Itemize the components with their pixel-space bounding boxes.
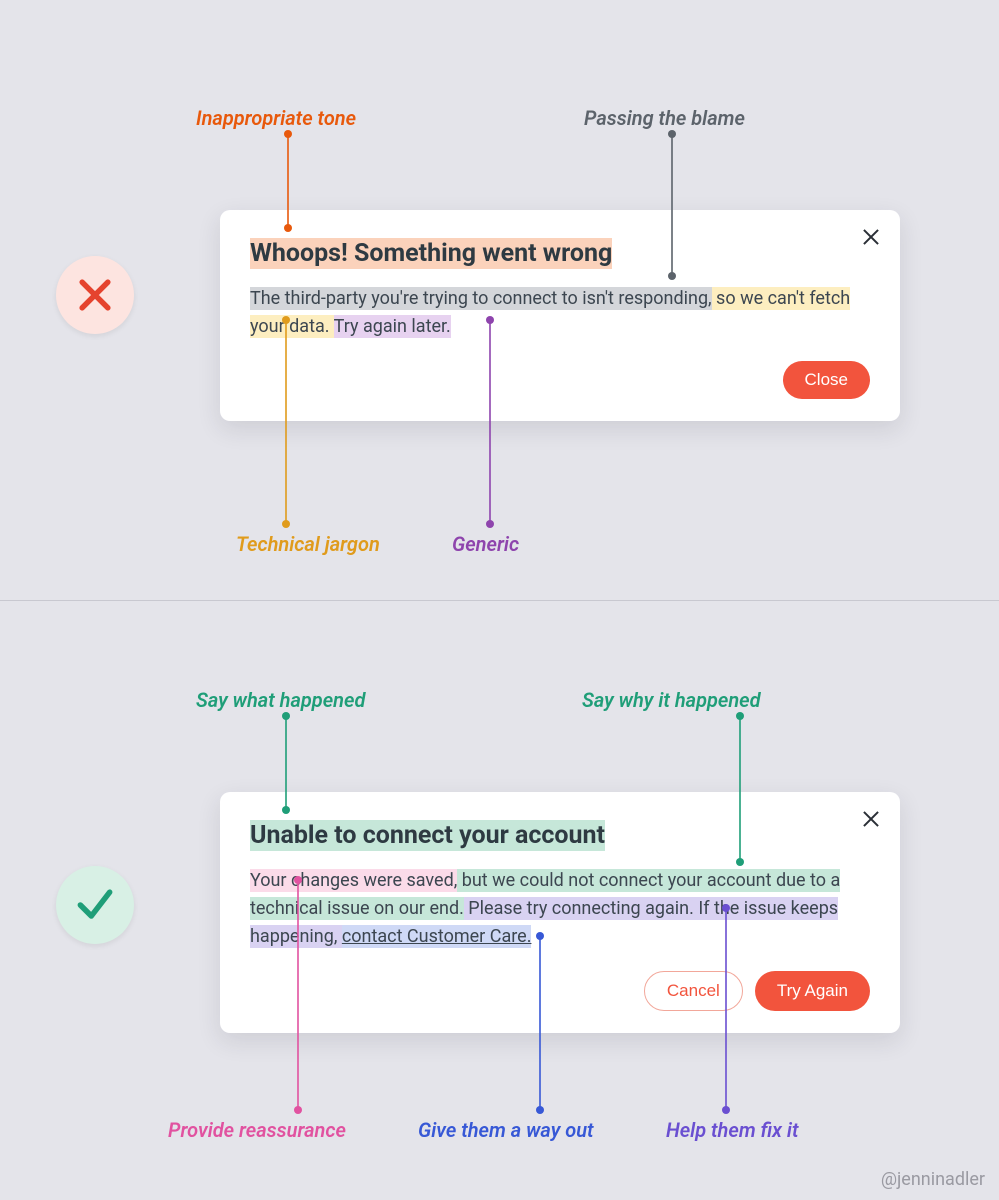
bad-example-dialog: Whoops! Something went wrong The third-p… (220, 210, 900, 421)
x-icon (73, 273, 117, 317)
anno-say-what: Say what happened (196, 688, 365, 712)
wayout-link[interactable]: contact Customer Care. (342, 925, 532, 948)
check-icon (73, 883, 117, 927)
cancel-button[interactable]: Cancel (644, 971, 743, 1011)
try-again-button[interactable]: Try Again (755, 971, 870, 1011)
dialog-body: The third-party you're trying to connect… (250, 285, 870, 341)
anno-reassurance: Provide reassurance (168, 1118, 346, 1142)
anno-technical-jargon: Technical jargon (236, 532, 380, 556)
close-button[interactable]: Close (783, 361, 870, 399)
dialog-title: Unable to connect your account (250, 820, 605, 851)
reassure-text: Your changes were saved, (250, 869, 457, 892)
section-divider (0, 600, 999, 601)
anno-way-out: Give them a way out (418, 1118, 594, 1142)
blame-text: The third-party you're trying to connect… (250, 287, 712, 310)
dialog-title: Whoops! Something went wrong (250, 238, 612, 269)
anno-generic: Generic (452, 532, 519, 556)
good-example-dialog: Unable to connect your account Your chan… (220, 792, 900, 1033)
anno-say-why: Say why it happened (582, 688, 761, 712)
generic-text: Try again later. (334, 315, 451, 338)
anno-fix-it: Help them fix it (666, 1118, 798, 1142)
bad-example-badge (56, 256, 134, 334)
dialog-body: Your changes were saved, but we could no… (250, 867, 870, 951)
good-example-badge (56, 866, 134, 944)
anno-inappropriate-tone: Inappropriate tone (196, 106, 356, 130)
close-icon[interactable] (860, 226, 882, 248)
close-icon[interactable] (860, 808, 882, 830)
author-credit: @jenninadler (881, 1169, 985, 1190)
anno-passing-blame: Passing the blame (584, 106, 745, 130)
